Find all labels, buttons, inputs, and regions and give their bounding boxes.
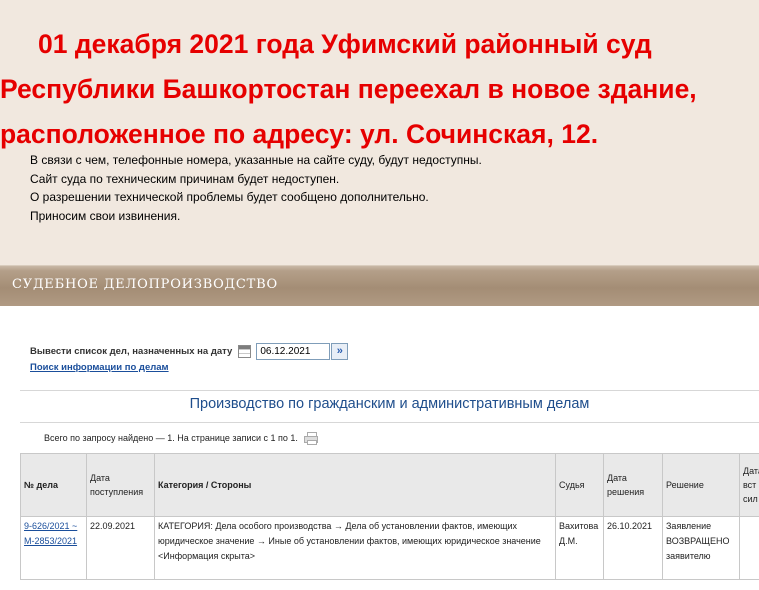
notice-text-line: В связи с чем, телефонные номера, указан… [30,153,482,167]
notice-text-line: Сайт суда по техническим причинам будет … [30,171,340,186]
notice-text-line: Приносим свои извинения. [30,208,181,223]
date-filter-label: Вывести список дел, назначенных на дату [30,345,233,357]
parties-text: <Информация скрыта> [158,551,256,561]
notice-text-line: О разрешении технической проблемы будет … [30,190,429,204]
date-filter: Вывести список дел, назначенных на дату … [30,341,349,361]
col-header-received[interactable]: Дата поступления [86,453,155,517]
notice-text: В связи с чем, телефонные номера, указан… [30,151,482,225]
cases-table: № дела Дата поступления Категория / Стор… [20,453,759,580]
table-header-row: № дела Дата поступления Категория / Стор… [20,453,759,517]
divider [20,390,759,391]
col-header-decision[interactable]: Решение [662,453,740,517]
calendar-icon[interactable] [238,344,252,358]
notice-title-line: Республики Башкортостан переехал в новое… [0,74,697,104]
results-count-text: Всего по запросу найдено — 1. На страниц… [44,433,298,443]
cell-category: КАТЕГОРИЯ: Дела особого производства → Д… [154,516,556,580]
cell-judge: Вахитова Д.М. [555,516,604,580]
notice-banner: 01 декабря 2021 года Уфимский районный с… [0,0,759,265]
col-header-judge[interactable]: Судья [555,453,604,517]
cell-case-no: 9-626/2021 ~ М-2853/2021 [20,516,87,580]
category-text: КАТЕГОРИЯ: Дела особого производства → Д… [158,521,541,546]
cell-decision: Заявление ВОЗВРАЩЕНО заявителю [662,516,740,580]
col-header-category[interactable]: Категория / Стороны [154,453,556,517]
table-title: Производство по гражданским и администра… [189,396,590,412]
col-header-decision-date[interactable]: Дата решения [603,453,663,517]
notice-title-line: 01 декабря 2021 года Уфимский районный с… [38,29,652,59]
cell-decision-date: 26.10.2021 [603,516,663,580]
col-header-case-no[interactable]: № дела [20,453,87,517]
chevron-double-right-icon[interactable]: » [331,342,349,360]
section-header: СУДЕБНОЕ ДЕЛОПРОИЗВОДСТВО [0,265,759,306]
cell-extra [739,516,759,580]
table-row: 9-626/2021 ~ М-2853/2021 22.09.2021 КАТЕ… [20,516,759,580]
search-cases-link[interactable]: Поиск информации по делам [30,362,169,373]
case-number-link[interactable]: 9-626/2021 ~ М-2853/2021 [24,521,77,546]
cell-received: 22.09.2021 [86,516,155,580]
col-header-extra[interactable]: Дата вст в за сил [739,453,759,517]
results-count: Всего по запросу найдено — 1. На страниц… [44,432,318,445]
print-icon[interactable] [303,432,318,445]
divider [20,422,759,423]
section-title: СУДЕБНОЕ ДЕЛОПРОИЗВОДСТВО [12,277,278,292]
date-input[interactable] [256,342,331,360]
